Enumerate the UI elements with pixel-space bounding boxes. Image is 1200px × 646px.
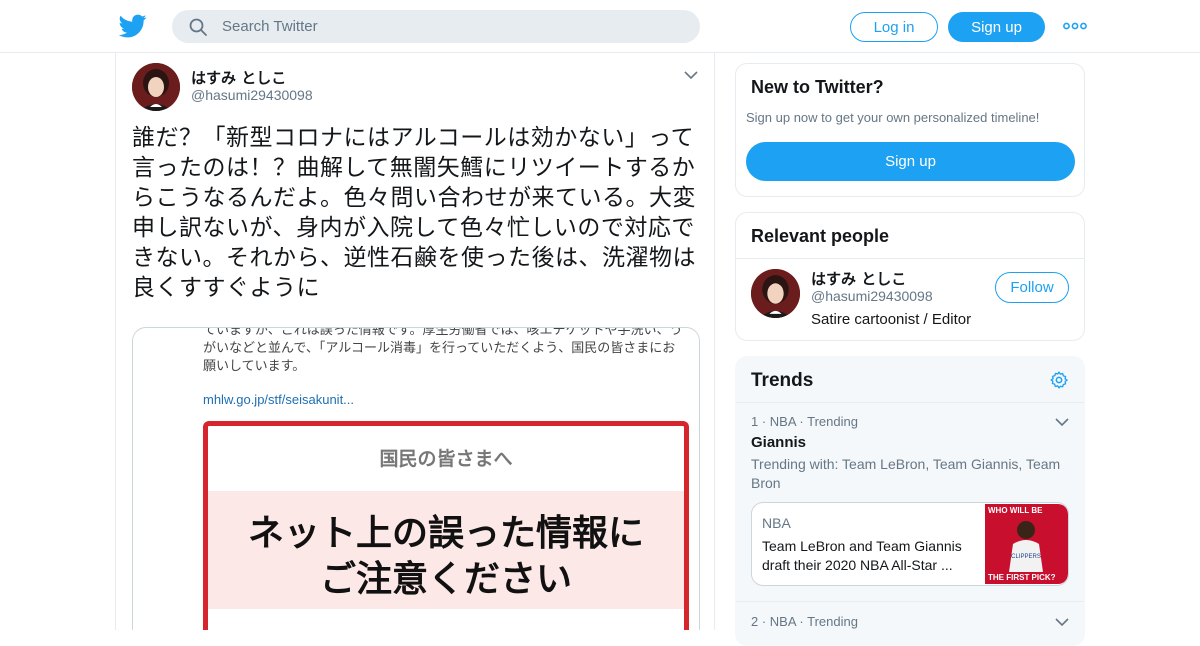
twitter-bird-icon[interactable]: [119, 12, 147, 40]
poster-line-2: ご注意ください: [319, 559, 572, 600]
signup-large-button[interactable]: Sign up: [746, 142, 1075, 181]
search-icon: [189, 18, 207, 36]
login-button[interactable]: Log in: [850, 12, 938, 42]
divider: [736, 258, 1084, 259]
thumbnail-top-text: WHO WILL BE: [988, 506, 1043, 515]
search-input[interactable]: [222, 10, 682, 43]
svg-text:CLIPPERS: CLIPPERS: [1011, 554, 1041, 560]
player-silhouette-image: CLIPPERS: [1009, 521, 1043, 572]
trends-panel: Trends 1 · NBA · Trending Giannis Trendi…: [735, 356, 1085, 646]
divider: [736, 402, 1084, 403]
poster-heading: 国民の皆さまへ: [379, 448, 513, 470]
news-source: NBA: [762, 515, 791, 531]
news-title: Team LeBron and Team Giannis draft their…: [762, 538, 962, 573]
author-portrait-image: [132, 63, 180, 111]
tweet-author-name[interactable]: はすみ としこ: [191, 67, 286, 88]
tweet-text: 誰だ？「新型コロナにはアルコールは効かない」って言ったのは！？曲解して無闇矢鱈に…: [132, 125, 696, 301]
person-bio: Satire cartoonist / Editor: [811, 311, 972, 328]
signup-button[interactable]: Sign up: [948, 12, 1045, 42]
tweet-author-handle[interactable]: @hasumi29430098: [191, 87, 313, 103]
tweet-column: はすみ としこ @hasumi29430098 誰だ？「新型コロナにはアルコール…: [115, 53, 715, 630]
panel-subtitle: Sign up now to get your own personalized…: [746, 110, 1040, 125]
panel-title: New to Twitter?: [751, 77, 884, 97]
chevron-down-icon[interactable]: [683, 69, 699, 81]
trend-meta: 1 · NBA · Trending: [751, 414, 858, 429]
follow-button[interactable]: Follow: [995, 272, 1069, 303]
person-portrait-image: [751, 269, 800, 318]
thumbnail-bottom-text: THE FIRST PICK?: [988, 573, 1056, 582]
person-name[interactable]: はすみ としこ: [811, 268, 906, 289]
more-options-icon[interactable]: [1063, 18, 1087, 34]
trend-name[interactable]: Giannis: [751, 434, 806, 451]
panel-title: Trends: [751, 370, 814, 391]
media-caption-text: ていますが、これは誤った情報です。厚生労働省では、咳エチケットや手洗い、うがいな…: [203, 327, 683, 374]
trend-context: Trending with: Team LeBron, Team Giannis…: [751, 456, 1061, 491]
media-link-text: mhlw.go.jp/stf/seisakunit...: [203, 392, 355, 407]
chevron-down-icon[interactable]: [1055, 417, 1069, 427]
relevant-people-panel: Relevant people はすみ としこ @hasumi29430098 …: [735, 212, 1085, 341]
gear-icon[interactable]: [1049, 370, 1069, 390]
poster-line-1: ネット上の誤った情報に: [247, 513, 644, 554]
avatar[interactable]: [132, 63, 180, 111]
new-to-twitter-panel: New to Twitter? Sign up now to get your …: [735, 63, 1085, 197]
top-navigation-bar: Log in Sign up: [0, 0, 1200, 53]
trend-meta: 2 · NBA · Trending: [751, 614, 858, 629]
media-poster: 国民の皆さまへ ネット上の誤った情報に ご注意ください: [203, 421, 689, 630]
tweet-media-image[interactable]: ていますが、これは誤った情報です。厚生労働省では、咳エチケットや手洗い、うがいな…: [132, 327, 700, 630]
panel-title: Relevant people: [751, 226, 890, 246]
search-box[interactable]: [172, 10, 700, 43]
news-thumbnail: WHO WILL BE CLIPPERS THE FIRST PICK?: [985, 504, 1068, 584]
person-handle[interactable]: @hasumi29430098: [811, 288, 933, 304]
chevron-down-icon[interactable]: [1055, 617, 1069, 627]
trend-news-card[interactable]: NBA Team LeBron and Team Giannis draft t…: [751, 502, 1069, 586]
avatar[interactable]: [751, 269, 800, 318]
divider: [736, 601, 1084, 602]
